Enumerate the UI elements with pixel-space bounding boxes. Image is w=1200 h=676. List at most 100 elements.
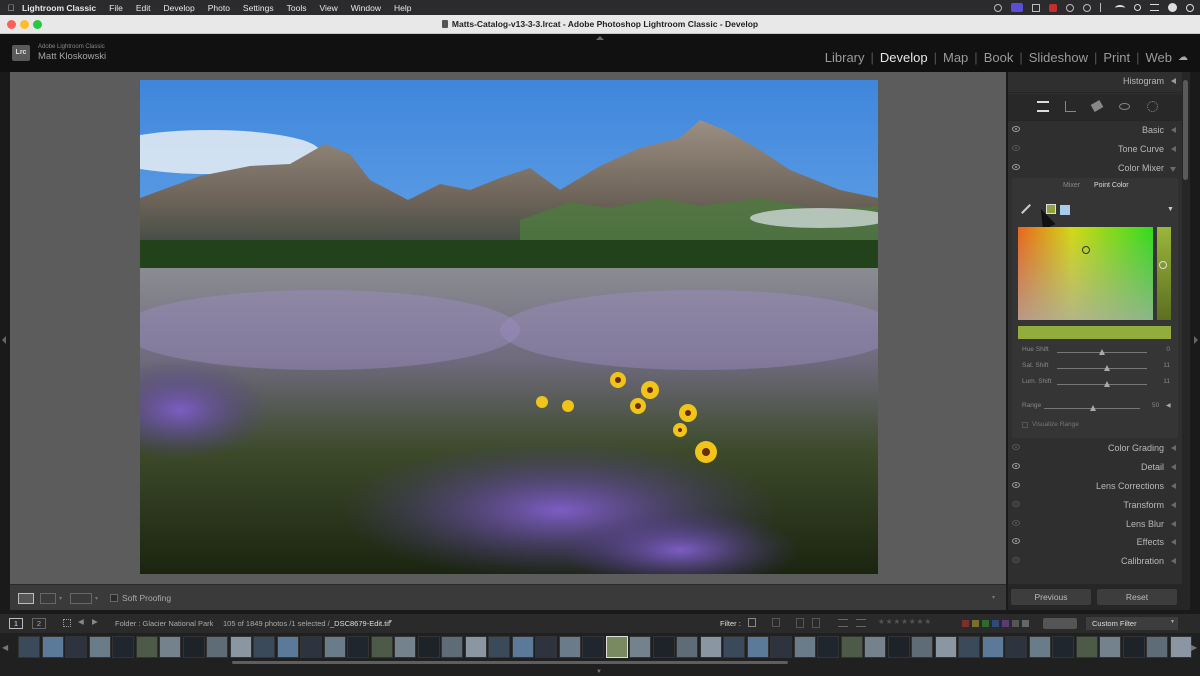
filmstrip-thumbnail[interactable] (1028, 636, 1051, 658)
menu-app[interactable]: Lightroom Classic (22, 3, 96, 13)
color-label-green[interactable] (982, 620, 989, 627)
visibility-eye-icon[interactable] (1012, 145, 1020, 151)
forward-arrow-icon[interactable]: ▶ (92, 617, 98, 626)
filmstrip-thumbnail[interactable] (723, 636, 745, 658)
filmstrip-thumbnail[interactable] (582, 636, 604, 658)
filmstrip-thumbnail[interactable] (323, 636, 346, 658)
visibility-eye-icon[interactable] (1012, 164, 1020, 170)
range-arrow-icon[interactable]: ◀ (1166, 402, 1171, 409)
filmstrip-thumbnail[interactable] (1005, 636, 1027, 658)
sat-shift-value[interactable]: 11 (1162, 362, 1170, 369)
color-label-red[interactable] (962, 620, 969, 627)
control-center-icon[interactable] (1150, 4, 1159, 11)
module-map[interactable]: Map (943, 50, 968, 65)
color-swatch-blue[interactable] (1060, 205, 1070, 215)
menu-window[interactable]: Window (351, 3, 381, 13)
menu-view[interactable]: View (319, 3, 337, 13)
filmstrip-thumbnail[interactable] (112, 636, 134, 658)
lens-corrections-header[interactable]: Lens Corrections (1008, 477, 1182, 496)
top-panel-toggle-icon[interactable] (596, 36, 604, 40)
visibility-eye-icon[interactable] (1012, 501, 1020, 507)
filmstrip-thumbnail[interactable] (699, 636, 722, 658)
record-icon[interactable] (1083, 3, 1091, 12)
color-label-none[interactable] (1012, 620, 1019, 627)
edit-sliders-icon[interactable] (1037, 101, 1049, 112)
window-1-button[interactable]: 1 (9, 618, 23, 629)
custom-filter-dropdown[interactable]: Custom Filter (1086, 617, 1178, 630)
module-web[interactable]: Web (1146, 50, 1173, 65)
visibility-eye-icon[interactable] (1012, 463, 1020, 469)
transform-header[interactable]: Transform (1008, 496, 1182, 515)
cloud-sync-icon[interactable]: ☁ (1178, 52, 1188, 63)
filmstrip-thumbnail[interactable] (652, 636, 675, 658)
visibility-eye-icon[interactable] (1012, 444, 1020, 450)
picker-handle-icon[interactable] (1082, 246, 1090, 254)
panel-scroll-thumb[interactable] (1183, 80, 1188, 180)
tab-point-color[interactable]: Point Color (1094, 182, 1129, 189)
menu-settings[interactable]: Settings (243, 3, 274, 13)
filmstrip-thumbnail[interactable] (746, 636, 769, 658)
luminance-handle-icon[interactable] (1159, 261, 1167, 269)
visibility-eye-icon[interactable] (1012, 520, 1020, 526)
menu-edit[interactable]: Edit (136, 3, 151, 13)
filmstrip-thumbnail[interactable] (88, 636, 111, 658)
filmstrip-thumbnail[interactable] (394, 636, 416, 658)
hue-shift-value[interactable]: 0 (1162, 346, 1170, 353)
filmstrip-thumbnail[interactable] (676, 636, 698, 658)
tab-mixer[interactable]: Mixer (1063, 182, 1080, 189)
filmstrip-thumbnail[interactable] (182, 636, 205, 658)
reset-button[interactable]: Reset (1097, 589, 1177, 605)
bottom-panel-toggle-icon[interactable]: ▼ (596, 669, 602, 675)
lens-blur-header[interactable]: Lens Blur (1008, 515, 1182, 534)
filmstrip-thumbnail[interactable] (488, 636, 510, 658)
flag-reject-icon[interactable] (772, 618, 780, 627)
filmstrip-thumbnail[interactable] (253, 636, 275, 658)
masking-icon[interactable] (1147, 101, 1158, 112)
circle-status-icon[interactable] (994, 3, 1002, 12)
filmstrip-thumbnail[interactable] (1075, 636, 1098, 658)
menu-file[interactable]: File (109, 3, 123, 13)
grid-app-icon[interactable] (1032, 3, 1040, 12)
filmstrip-thumbnail[interactable] (605, 636, 628, 658)
filmstrip-thumbnail[interactable] (1099, 636, 1121, 658)
left-panel-toggle-icon[interactable] (2, 336, 6, 344)
lum-shift-value[interactable]: 11 (1162, 378, 1170, 385)
filmstrip-left-arrow-icon[interactable]: ◀ (2, 643, 8, 652)
minimize-window-button[interactable] (20, 20, 29, 29)
filmstrip-thumbnail[interactable] (300, 636, 322, 658)
filmstrip-thumbnail[interactable] (159, 636, 181, 658)
color-grading-header[interactable]: Color Grading (1008, 439, 1182, 458)
filmstrip-thumbnail[interactable] (864, 636, 886, 658)
filmstrip-thumbnail[interactable] (558, 636, 581, 658)
filmstrip-thumbnail[interactable] (817, 636, 839, 658)
filmstrip-thumbnail[interactable] (370, 636, 393, 658)
flag-filter-icon[interactable] (748, 618, 756, 627)
filmstrip-thumbnail[interactable] (206, 636, 228, 658)
filmstrip-thumbnail[interactable] (535, 636, 557, 658)
filmstrip-thumbnail[interactable] (1052, 636, 1074, 658)
close-window-button[interactable] (7, 20, 16, 29)
filmstrip-thumbnail[interactable] (981, 636, 1004, 658)
effects-header[interactable]: Effects (1008, 533, 1182, 552)
filter-lock-icon[interactable] (1043, 618, 1077, 629)
siri-icon[interactable] (1186, 3, 1194, 12)
rating-stars-icon[interactable]: ★★★★★★★ (878, 617, 932, 626)
module-library[interactable]: Library (825, 50, 865, 65)
red-eye-icon[interactable] (1119, 103, 1130, 110)
filmstrip-thumbnail[interactable] (958, 636, 980, 658)
wifi-icon[interactable] (1115, 4, 1125, 11)
hue-saturation-picker[interactable] (1018, 227, 1153, 320)
visibility-eye-icon[interactable] (1012, 557, 1020, 563)
folder-source[interactable]: Folder : Glacier National Park (115, 619, 213, 628)
filmstrip-thumbnail[interactable] (840, 636, 863, 658)
color-mixer-header[interactable]: Color Mixer (1008, 159, 1182, 178)
grid-view-icon[interactable] (63, 619, 71, 627)
list-filter-2-icon[interactable] (856, 619, 866, 627)
histogram-header[interactable]: Histogram (1008, 72, 1182, 91)
photo-preview[interactable] (140, 80, 878, 574)
filename-dropdown-icon[interactable]: ▼ (388, 619, 393, 625)
menu-develop[interactable]: Develop (164, 3, 195, 13)
before-after-dropdown-icon[interactable]: ▾ (59, 595, 62, 602)
filmstrip-thumbnail[interactable] (934, 636, 957, 658)
visibility-eye-icon[interactable] (1012, 126, 1020, 132)
